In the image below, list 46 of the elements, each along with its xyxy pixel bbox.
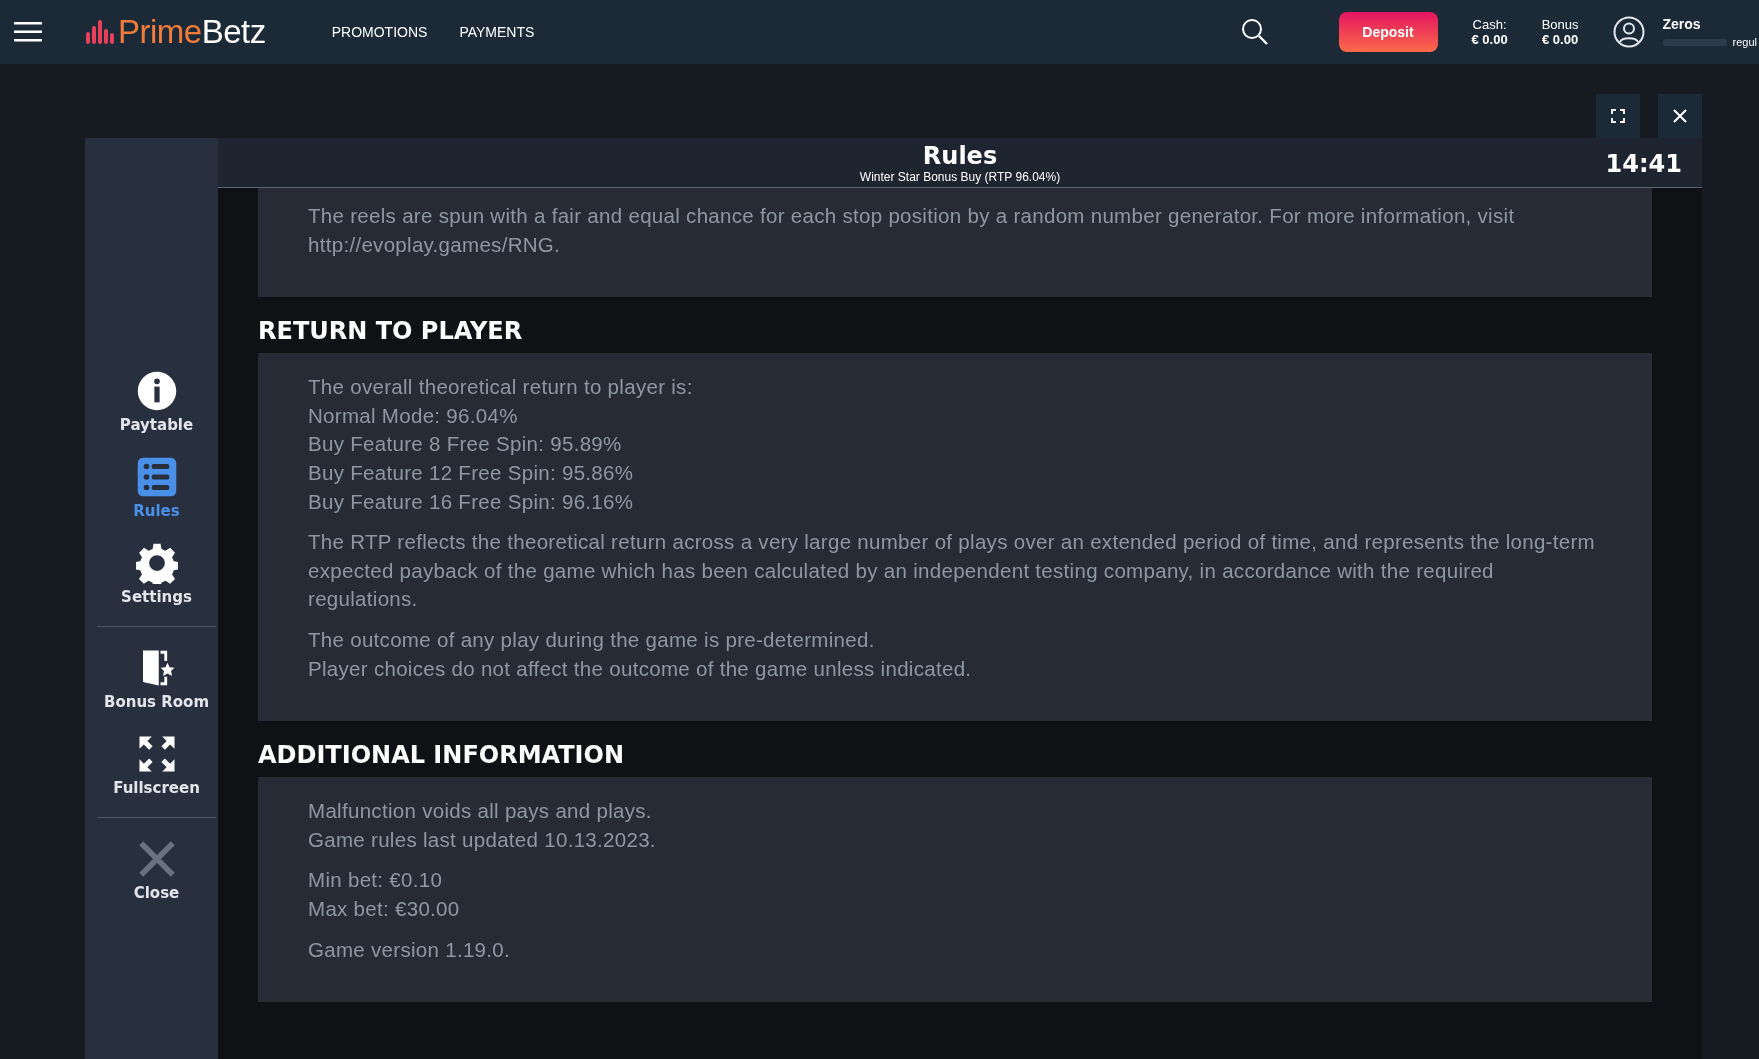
user-name: Zeros <box>1662 16 1702 32</box>
info-icon <box>135 370 178 412</box>
rules-text: The RTP reflects the theoretical return across a very large number of plays over an extended period of time, and represents the long-term expected payback of the game which has been calculated by an independent testing company, in accordance with the required regulations. <box>308 529 1596 613</box>
balance-value: € 0.00 <box>1542 32 1579 47</box>
nav-link[interactable]: PAYMENTS <box>459 24 535 40</box>
balance-label: Cash: <box>1472 17 1507 32</box>
dialog-title: Rules <box>922 141 998 170</box>
list-icon <box>135 456 178 498</box>
fullscreen-button[interactable] <box>1596 94 1640 138</box>
section-heading: RETURN TO PLAYER <box>258 316 524 348</box>
close-button[interactable] <box>1658 94 1702 138</box>
rules-text: Normal Mode: 96.04% <box>308 402 519 429</box>
rules-text: The overall theoretical return to player is: <box>308 374 694 401</box>
search-icon[interactable] <box>1240 18 1269 46</box>
rules-text: Buy Feature 12 Free Spin: 95.86% <box>308 459 635 486</box>
rules-text: Buy Feature 8 Free Spin: 95.89% <box>308 431 623 458</box>
balance-value: € 0.00 <box>1471 32 1508 47</box>
rules-text: Game rules last updated 10.13.2023. <box>308 826 657 853</box>
rules-text: The reels are spun with a fair and equal chance for each stop position by a random number generator. For more information, visit http://evoplay.games/RNG. <box>308 203 1516 258</box>
rules-text: The outcome of any play during the game is pre-determined. <box>308 626 876 653</box>
sidebar-item[interactable]: Fullscreen <box>97 733 216 797</box>
logo-bars-icon <box>86 20 114 44</box>
sidebar-item[interactable]: Rules <box>97 456 216 520</box>
sidebar-item[interactable]: Bonus Room <box>97 647 216 711</box>
sidebar-item[interactable]: Paytable <box>97 370 216 434</box>
deposit-button[interactable]: Deposit <box>1338 12 1438 52</box>
section-heading: ADDITIONAL INFORMATION <box>258 740 626 772</box>
sidebar-item[interactable]: Settings <box>97 542 216 606</box>
rules-text: Max bet: €30.00 <box>308 895 461 922</box>
user-tier-label: regul <box>1732 36 1757 48</box>
dialog-subtitle: Winter Star Bonus Buy (RTP 96.04%) <box>859 169 1061 184</box>
rules-text: Min bet: €0.10 <box>308 867 444 894</box>
balance-label: Bonus <box>1541 17 1579 32</box>
clock-time: 14:41 <box>1605 150 1682 178</box>
rules-text: Player choices do not affect the outcome of the game unless indicated. <box>308 655 973 682</box>
fullscreen-icon <box>1611 109 1625 123</box>
sidebar-item[interactable]: Close <box>97 838 216 902</box>
menu-icon[interactable] <box>14 21 42 43</box>
user-icon[interactable] <box>1612 16 1645 48</box>
nav-link[interactable]: PROMOTIONS <box>331 24 428 40</box>
rules-text: Buy Feature 16 Free Spin: 96.16% <box>308 488 635 515</box>
settings-icon <box>135 542 178 584</box>
brand-logo[interactable]: PrimeBetz <box>118 13 266 51</box>
rules-text: Game version 1.19.0. <box>308 936 511 963</box>
close-icon <box>1672 108 1688 124</box>
rules-text: Malfunction voids all pays and plays. <box>308 798 653 825</box>
